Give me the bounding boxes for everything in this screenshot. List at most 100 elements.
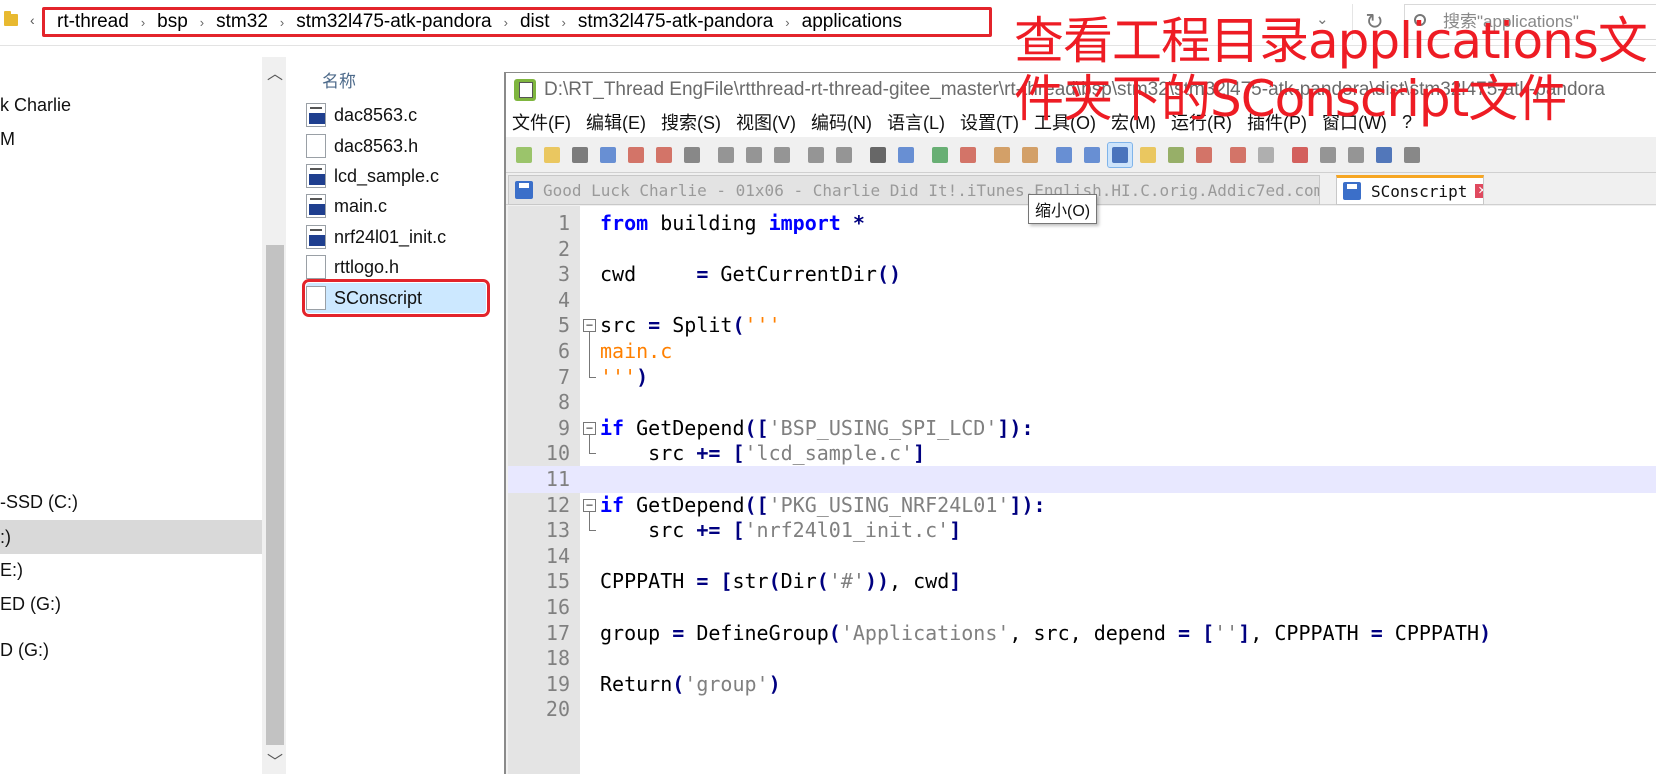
chevron-right-icon[interactable]: ›: [504, 15, 508, 30]
chevron-down-icon[interactable]: ﹀: [267, 748, 283, 772]
find-icon[interactable]: [866, 143, 890, 167]
file-item[interactable]: nrf24l01_init.c: [306, 222, 446, 252]
nav-scrollbar-thumb[interactable]: [266, 245, 284, 745]
folder-icon[interactable]: [1226, 143, 1250, 167]
code-line[interactable]: 4: [508, 287, 1656, 314]
code-line[interactable]: 13 src += ['nrf24l01_init.c']: [508, 517, 1656, 544]
fold-toggle-icon[interactable]: −: [583, 319, 596, 333]
save-all-icon[interactable]: [596, 143, 620, 167]
code-line[interactable]: 6 main.c: [508, 338, 1656, 365]
code-line[interactable]: 18: [508, 645, 1656, 672]
sync-v-icon[interactable]: [990, 143, 1014, 167]
code-line[interactable]: 7 '''): [508, 364, 1656, 391]
breadcrumb-item[interactable]: rt-thread: [57, 11, 129, 33]
nav-item-drive-g[interactable]: ED (G:): [0, 594, 61, 615]
code-line[interactable]: 3 cwd = GetCurrentDir(): [508, 261, 1656, 288]
breadcrumb-item[interactable]: dist: [520, 11, 550, 33]
save-macro-icon[interactable]: [1400, 143, 1424, 167]
nav-item[interactable]: M: [0, 129, 15, 150]
monitor-icon[interactable]: [1254, 143, 1278, 167]
menu-item[interactable]: 设置(T): [960, 109, 1019, 135]
saved-file-icon: [515, 181, 533, 199]
code-line[interactable]: 17 group = DefineGroup('Applications', sr…: [508, 620, 1656, 647]
chevron-right-icon[interactable]: ›: [141, 15, 145, 30]
print-icon[interactable]: [680, 143, 704, 167]
code-line[interactable]: 10 src += ['lcd_sample.c']: [508, 440, 1656, 467]
code-editor[interactable]: 1 from building import * 2 3 cwd = GetCurren…: [508, 206, 1656, 774]
menu-item[interactable]: 视图(V): [736, 109, 796, 135]
file-item[interactable]: main.c: [306, 191, 387, 221]
chevron-right-icon[interactable]: ›: [280, 15, 284, 30]
nav-item[interactable]: E:): [0, 560, 23, 581]
breadcrumb-item[interactable]: stm32: [216, 11, 268, 33]
tab-subtitle-file[interactable]: Good Luck Charlie - 01x06 - Charlie Did …: [508, 175, 1320, 205]
open-file-icon[interactable]: [540, 143, 564, 167]
cut-icon[interactable]: [714, 143, 738, 167]
stop-record-icon[interactable]: [1316, 143, 1340, 167]
all-chars-icon[interactable]: [1080, 143, 1104, 167]
breadcrumb[interactable]: rt-thread › bsp › stm32 › stm32l475-atk-pandor…: [42, 7, 992, 37]
function-list-icon[interactable]: [1192, 143, 1216, 167]
indent-guide-icon[interactable]: [1107, 141, 1133, 168]
zoom-in-icon[interactable]: [928, 143, 952, 167]
breadcrumb-item[interactable]: stm32l475-atk-pandora: [578, 11, 773, 33]
close-icon[interactable]: [624, 143, 648, 167]
chevron-left-icon[interactable]: ‹: [30, 12, 35, 28]
code-line[interactable]: 15 CPPPATH = [str(Dir('#')), cwd]: [508, 568, 1656, 595]
replace-icon[interactable]: [894, 143, 918, 167]
nav-item-selected[interactable]: :): [0, 520, 262, 554]
nav-item[interactable]: k Charlie: [0, 95, 71, 116]
fold-toggle-icon[interactable]: −: [583, 498, 596, 512]
menu-item[interactable]: 文件(F): [512, 109, 571, 135]
code-line[interactable]: 5 src = Split(''': [508, 312, 1656, 339]
breadcrumb-item[interactable]: bsp: [157, 11, 188, 33]
folder-workspace-icon[interactable]: [1136, 143, 1160, 167]
undo-icon[interactable]: [804, 143, 828, 167]
code-line[interactable]: 12 if GetDepend(['PKG_USING_NRF24L01']):: [508, 492, 1656, 519]
menu-item[interactable]: 编辑(E): [586, 109, 646, 135]
close-icon[interactable]: ✕: [1475, 184, 1483, 198]
menu-item[interactable]: 搜索(S): [661, 109, 721, 135]
word-wrap-icon[interactable]: [1052, 143, 1076, 167]
code-line[interactable]: 9 if GetDepend(['BSP_USING_SPI_LCD']):: [508, 415, 1656, 442]
breadcrumb-item[interactable]: applications: [802, 11, 902, 33]
copy-icon[interactable]: [742, 143, 766, 167]
code-text: group = DefineGroup('Applications', src,…: [600, 620, 1492, 645]
code-line[interactable]: 8: [508, 389, 1656, 416]
chevron-up-icon[interactable]: ︿: [267, 60, 283, 84]
chevron-right-icon[interactable]: ›: [562, 15, 566, 30]
code-line[interactable]: 20: [508, 696, 1656, 723]
play-macro-icon[interactable]: [1344, 143, 1368, 167]
menu-item[interactable]: 编码(N): [811, 109, 872, 135]
chevron-right-icon[interactable]: ›: [200, 15, 204, 30]
redo-icon[interactable]: [832, 143, 856, 167]
fold-toggle-icon[interactable]: −: [583, 421, 596, 435]
chevron-right-icon[interactable]: ›: [785, 15, 789, 30]
fold-line: [589, 434, 590, 454]
record-macro-icon[interactable]: [1288, 143, 1312, 167]
run-macro-icon[interactable]: [1372, 143, 1396, 167]
code-line[interactable]: 11: [508, 466, 1656, 493]
paste-icon[interactable]: [770, 143, 794, 167]
file-item-sconscript-highlighted[interactable]: SConscript: [302, 279, 490, 317]
nav-item-drive-c[interactable]: -SSD (C:): [0, 492, 78, 513]
menu-item[interactable]: 语言(L): [887, 109, 945, 135]
code-line[interactable]: 14: [508, 543, 1656, 570]
code-line[interactable]: 16: [508, 594, 1656, 621]
close-all-icon[interactable]: [652, 143, 676, 167]
file-item[interactable]: dac8563.h: [306, 131, 418, 161]
file-item[interactable]: rttlogo.h: [306, 252, 399, 282]
column-header-name[interactable]: 名称: [322, 67, 356, 92]
file-item[interactable]: dac8563.c: [306, 100, 417, 130]
doc-map-icon[interactable]: [1164, 143, 1188, 167]
file-item[interactable]: lcd_sample.c: [306, 161, 439, 191]
new-file-icon[interactable]: [512, 143, 536, 167]
sync-h-icon[interactable]: [1018, 143, 1042, 167]
zoom-out-icon[interactable]: [956, 143, 980, 167]
save-icon[interactable]: [568, 143, 592, 167]
breadcrumb-item[interactable]: stm32l475-atk-pandora: [296, 11, 491, 33]
code-line[interactable]: 2: [508, 236, 1656, 263]
tab-sconscript[interactable]: SConscript ✕: [1336, 175, 1484, 205]
nav-item-drive-g[interactable]: D (G:): [0, 640, 49, 661]
code-line[interactable]: 19 Return('group'): [508, 671, 1656, 698]
